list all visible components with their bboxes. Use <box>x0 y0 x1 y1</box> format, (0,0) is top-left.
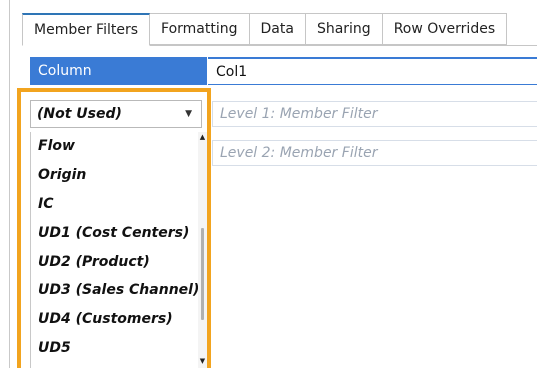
chevron-down-icon[interactable]: ▼ <box>185 109 192 119</box>
level-2-member-filter-field[interactable]: Level 2: Member Filter <box>212 140 537 166</box>
dropdown-option-flow[interactable]: Flow <box>31 132 207 161</box>
tab-sharing[interactable]: Sharing <box>304 13 383 45</box>
dimension-type-select[interactable]: (Not Used) ▼ <box>30 100 202 128</box>
dropdown-option-ud1[interactable]: UD1 (Cost Centers) <box>31 218 207 247</box>
dimension-select-value: (Not Used) <box>37 106 122 122</box>
dropdown-option-ud2[interactable]: UD2 (Product) <box>31 247 207 276</box>
dropdown-option-ud3[interactable]: UD3 (Sales Channel) <box>31 276 207 305</box>
tab-data[interactable]: Data <box>248 13 306 45</box>
column-label: Column <box>30 57 207 85</box>
triangle-up-icon[interactable]: ▲ <box>198 133 207 142</box>
triangle-down-icon[interactable]: ▼ <box>198 357 207 366</box>
dropdown-option-origin[interactable]: Origin <box>31 161 207 190</box>
tab-formatting[interactable]: Formatting <box>149 13 250 45</box>
level-1-member-filter-field[interactable]: Level 1: Member Filter <box>212 101 537 127</box>
dimension-dropdown-list: Flow Origin IC UD1 (Cost Centers) UD2 (P… <box>30 132 207 368</box>
scrollbar-thumb[interactable] <box>201 228 204 320</box>
tab-bar: Member Filters Formatting Data Sharing R… <box>22 13 508 46</box>
dropdown-option-ic[interactable]: IC <box>31 190 207 219</box>
window-frame-edge <box>9 0 10 368</box>
tab-member-filters[interactable]: Member Filters <box>22 13 151 46</box>
tab-row-overrides[interactable]: Row Overrides <box>381 13 508 45</box>
dropdown-scrollbar[interactable]: ▲ ▼ <box>198 132 207 368</box>
column-name-field[interactable]: Col1 <box>208 57 537 85</box>
dropdown-option-ud5[interactable]: UD5 <box>31 334 207 363</box>
dropdown-option-ud4[interactable]: UD4 (Customers) <box>31 305 207 334</box>
member-filters-panel: Member Filters Formatting Data Sharing R… <box>0 0 537 368</box>
